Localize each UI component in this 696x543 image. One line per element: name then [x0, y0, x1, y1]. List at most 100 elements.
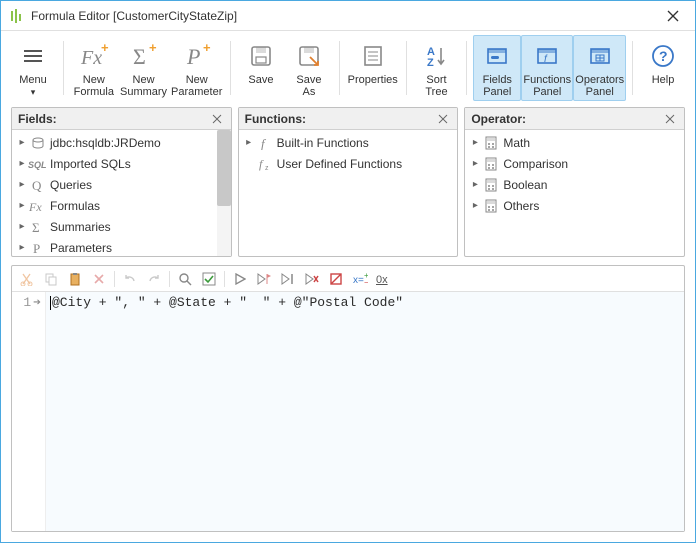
stop-debug-button[interactable]	[301, 269, 323, 289]
svg-text:Fx: Fx	[29, 200, 42, 213]
sort-tree-button[interactable]: AZ Sort Tree	[412, 35, 460, 101]
panels-row: Fields: ▸ jdbc:hsqldb:JRDemo ▸ SQL Impor…	[1, 107, 695, 257]
run-to-button[interactable]	[253, 269, 275, 289]
expand-icon: ▸	[469, 200, 481, 211]
svg-text:x=: x=	[353, 275, 364, 286]
step-button[interactable]	[277, 269, 299, 289]
save-as-button[interactable]: Save As	[285, 35, 333, 101]
tree-label: Boolean	[503, 178, 547, 192]
hex-button[interactable]: 0x	[373, 269, 395, 289]
calculator-icon	[481, 156, 501, 172]
separator	[224, 271, 225, 287]
copy-button[interactable]	[40, 269, 62, 289]
fields-panel-button[interactable]: Fields Panel	[473, 35, 521, 101]
tree-item[interactable]: ▸ Q Queries	[12, 174, 231, 195]
properties-button[interactable]: Properties	[346, 35, 400, 101]
functions-panel-header: Functions:	[239, 108, 458, 130]
paste-button[interactable]	[64, 269, 86, 289]
save-button[interactable]: Save	[237, 35, 285, 101]
operators-panel-close[interactable]	[662, 111, 678, 127]
tree-label: Queries	[50, 178, 92, 192]
hex-icon: 0x	[376, 273, 392, 285]
functions-panel-close[interactable]	[435, 111, 451, 127]
tree-item[interactable]: ▸ Math	[465, 132, 684, 153]
help-button[interactable]: ? Help	[639, 35, 687, 101]
new-summary-button[interactable]: Σ+ New Summary	[118, 35, 169, 101]
svg-text:Z: Z	[427, 57, 434, 69]
editor-toolbar: x=+− 0x	[12, 266, 684, 292]
app-icon	[9, 8, 25, 24]
operators-panel-title: Operator:	[471, 112, 662, 126]
fields-panel-header: Fields:	[12, 108, 231, 130]
functions-panel-icon: f	[531, 40, 563, 72]
tree-item[interactable]: ▸ SQL Imported SQLs	[12, 153, 231, 174]
calculator-icon	[481, 198, 501, 214]
functions-panel-label: Functions Panel	[523, 74, 571, 98]
fields-panel: Fields: ▸ jdbc:hsqldb:JRDemo ▸ SQL Impor…	[11, 107, 232, 257]
tree-item[interactable]: ▸ Fx Formulas	[12, 195, 231, 216]
separator	[632, 41, 633, 95]
properties-icon	[357, 40, 389, 72]
window-close-button[interactable]	[659, 5, 687, 27]
search-icon	[178, 272, 192, 286]
menu-button[interactable]: Menu	[9, 35, 57, 101]
tree-item[interactable]: ▸ P Parameters	[12, 237, 231, 256]
close-icon	[667, 10, 679, 22]
functions-panel-button[interactable]: f Functions Panel	[521, 35, 573, 101]
tree-item[interactable]: ▸ jdbc:hsqldb:JRDemo	[12, 132, 231, 153]
operators-tree[interactable]: ▸ Math ▸ Comparison ▸ Boolean ▸	[465, 130, 684, 256]
new-parameter-button[interactable]: P+ New Parameter	[169, 35, 224, 101]
user-function-icon: fz	[255, 156, 275, 172]
redo-icon	[147, 273, 161, 285]
fields-tree[interactable]: ▸ jdbc:hsqldb:JRDemo ▸ SQL Imported SQLs…	[12, 130, 231, 256]
delete-icon	[93, 273, 105, 285]
svg-text:SQL: SQL	[28, 160, 47, 170]
new-summary-label: New Summary	[120, 74, 167, 98]
validate-button[interactable]	[198, 269, 220, 289]
parameter-icon: P	[28, 240, 48, 256]
tree-item[interactable]: ▸ f Built-in Functions	[239, 132, 458, 153]
tree-item[interactable]: ▸ Others	[465, 195, 684, 216]
expand-icon: ▸	[16, 200, 28, 211]
sigma-icon: Σ+	[128, 40, 160, 72]
calculator-icon	[481, 177, 501, 193]
tree-item[interactable]: fz User Defined Functions	[239, 153, 458, 174]
menu-icon	[17, 40, 49, 72]
breakpoint-toggle-button[interactable]	[325, 269, 347, 289]
find-button[interactable]	[174, 269, 196, 289]
delete-button[interactable]	[88, 269, 110, 289]
operators-panel-button[interactable]: Operators Panel	[573, 35, 626, 101]
menu-label: Menu	[16, 74, 50, 98]
fields-panel-title: Fields:	[18, 112, 209, 126]
fields-panel-icon	[481, 40, 513, 72]
editor-area: x=+− 0x 1 ➔ @City + ", " + @State + " " …	[11, 265, 685, 532]
properties-label: Properties	[348, 74, 398, 86]
expand-icon: ▸	[469, 137, 481, 148]
sql-icon: SQL	[28, 156, 48, 172]
expand-icon: ▸	[16, 242, 28, 253]
undo-button[interactable]	[119, 269, 141, 289]
code-area[interactable]: @City + ", " + @State + " " + @"Postal C…	[46, 292, 684, 531]
svg-text:Σ: Σ	[133, 44, 146, 69]
tree-item[interactable]: ▸ Σ Summaries	[12, 216, 231, 237]
window-title: Formula Editor [CustomerCityStateZip]	[31, 9, 659, 23]
redo-button[interactable]	[143, 269, 165, 289]
play-cancel-icon	[305, 273, 319, 285]
svg-text:P: P	[33, 241, 40, 255]
functions-tree[interactable]: ▸ f Built-in Functions fz User Defined F…	[239, 130, 458, 256]
tree-item[interactable]: ▸ Comparison	[465, 153, 684, 174]
scrollbar[interactable]	[217, 130, 231, 256]
tree-item[interactable]: ▸ Boolean	[465, 174, 684, 195]
code-line: @City + ", " + @State + " " + @"Postal C…	[50, 294, 680, 312]
cut-button[interactable]	[16, 269, 38, 289]
svg-text:?: ?	[659, 48, 668, 64]
expand-icon: ▸	[16, 179, 28, 190]
operators-panel-icon	[584, 40, 616, 72]
watch-button[interactable]: x=+−	[349, 269, 371, 289]
run-button[interactable]	[229, 269, 251, 289]
expand-icon: ▸	[16, 158, 28, 169]
line-number: 1	[23, 294, 31, 312]
new-formula-button[interactable]: Fx+ New Formula	[70, 35, 118, 101]
scrollbar-thumb[interactable]	[217, 130, 231, 206]
fields-panel-close[interactable]	[209, 111, 225, 127]
